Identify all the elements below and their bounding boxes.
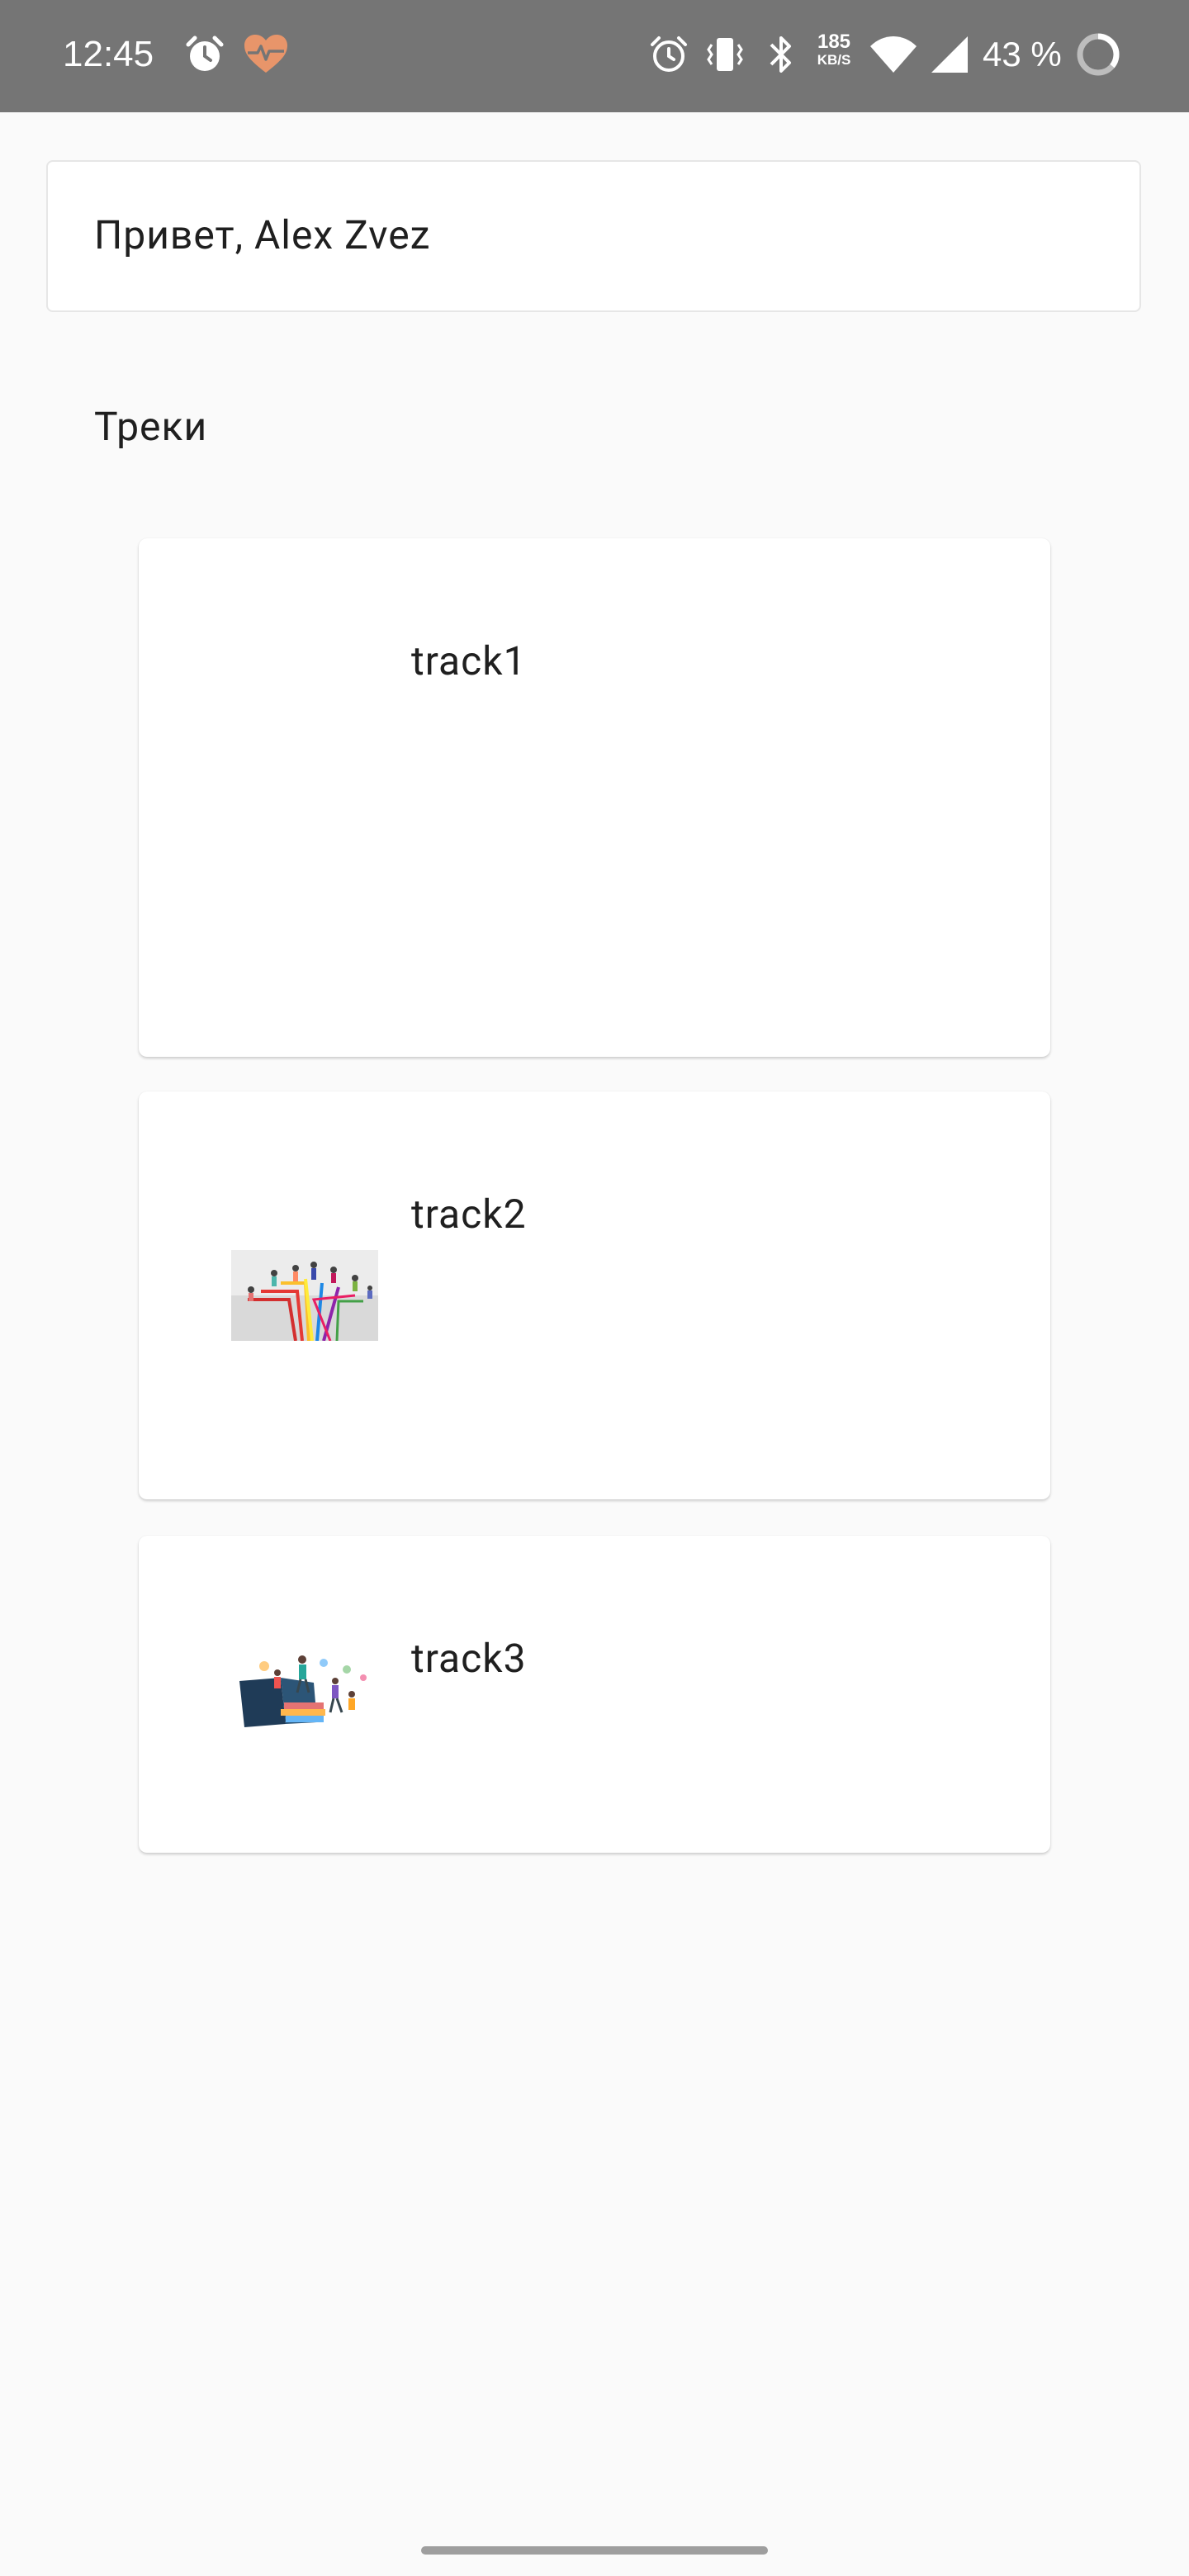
wifi-icon xyxy=(870,36,917,73)
health-heart-icon xyxy=(244,35,287,73)
battery-percentage: 43 % xyxy=(983,35,1062,73)
track-thumbnail-image xyxy=(231,1648,378,1731)
network-speed: 185 KB/S xyxy=(812,31,855,69)
track-title: track3 xyxy=(411,1635,527,1682)
tracks-section-title: Треки xyxy=(94,403,208,450)
track-card-1[interactable]: track1 xyxy=(139,538,1050,1057)
home-indicator[interactable] xyxy=(421,2546,768,2555)
track-card-2[interactable]: track2 xyxy=(139,1091,1050,1499)
track-title: track1 xyxy=(411,637,527,684)
status-bar: 12:45 185 KB/S 43 % xyxy=(0,0,1189,112)
battery-ring-icon xyxy=(1077,33,1120,76)
track-card-3[interactable]: track3 xyxy=(139,1536,1050,1853)
speed-value: 185 xyxy=(817,31,851,53)
bluetooth-icon xyxy=(770,36,791,73)
cell-signal-icon xyxy=(931,36,968,73)
alarm-icon xyxy=(186,36,224,71)
track-thumbnail-image xyxy=(231,1250,378,1341)
greeting-text: Привет, Alex Zvez xyxy=(94,211,431,258)
status-time: 12:45 xyxy=(63,34,154,74)
speed-unit: KB/S xyxy=(817,52,851,68)
greeting-card: Привет, Alex Zvez xyxy=(46,160,1141,312)
vibrate-icon xyxy=(707,38,743,71)
alarm-icon xyxy=(651,36,687,72)
track-title: track2 xyxy=(411,1191,527,1238)
